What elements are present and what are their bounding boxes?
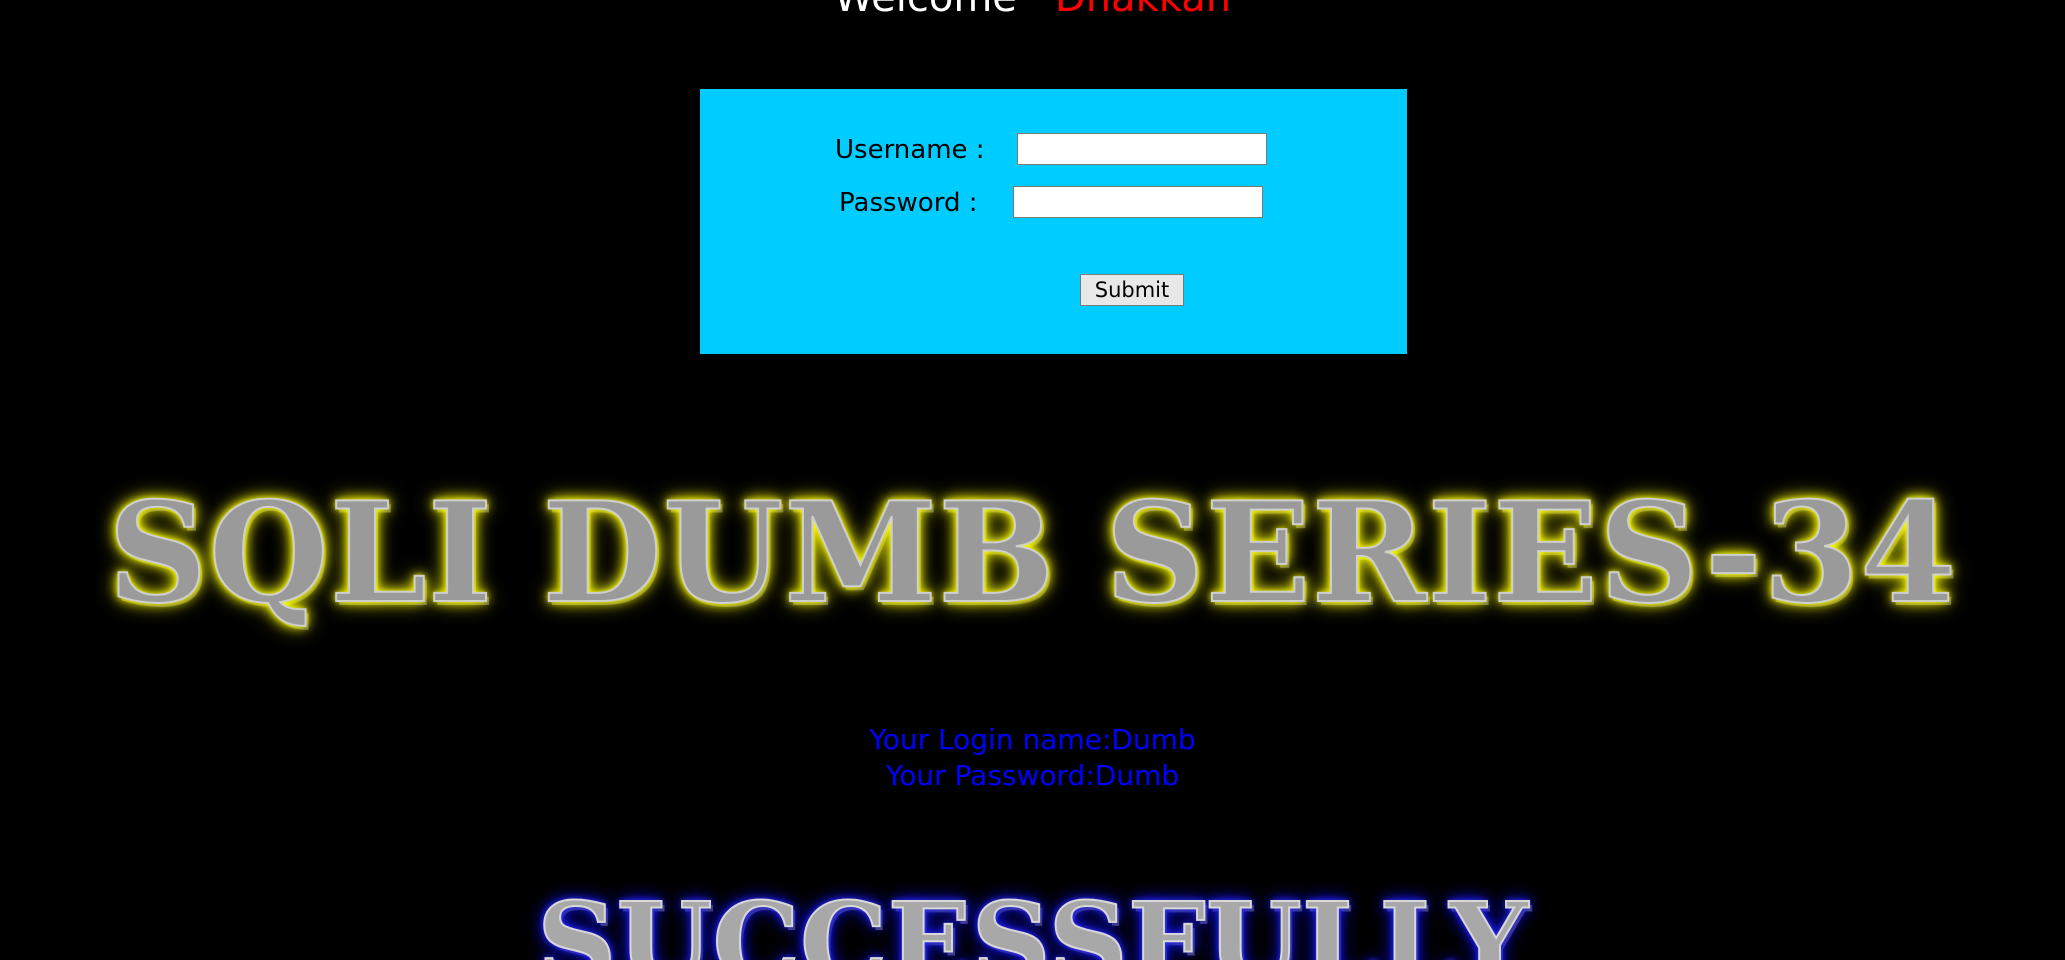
welcome-word: Welcome — [834, 0, 1017, 21]
password-result: Your Password:Dumb — [885, 759, 1180, 792]
username-input[interactable] — [1017, 133, 1267, 165]
login-name-result: Your Login name:Dumb — [869, 723, 1196, 756]
login-form: Username : Password : Submit — [700, 89, 1407, 354]
series-title-banner: SQLI DUMB SERIES-34 — [107, 471, 1958, 634]
welcome-name: Dhakkan — [1055, 0, 1231, 21]
password-input[interactable] — [1013, 186, 1263, 218]
success-banner: SUCCESSFULLY — [536, 877, 1529, 960]
welcome-heading: Welcome Dhakkan — [0, 0, 2065, 18]
username-label: Username : — [835, 135, 985, 165]
password-label: Password : — [839, 188, 978, 218]
submit-button[interactable]: Submit — [1080, 274, 1184, 306]
